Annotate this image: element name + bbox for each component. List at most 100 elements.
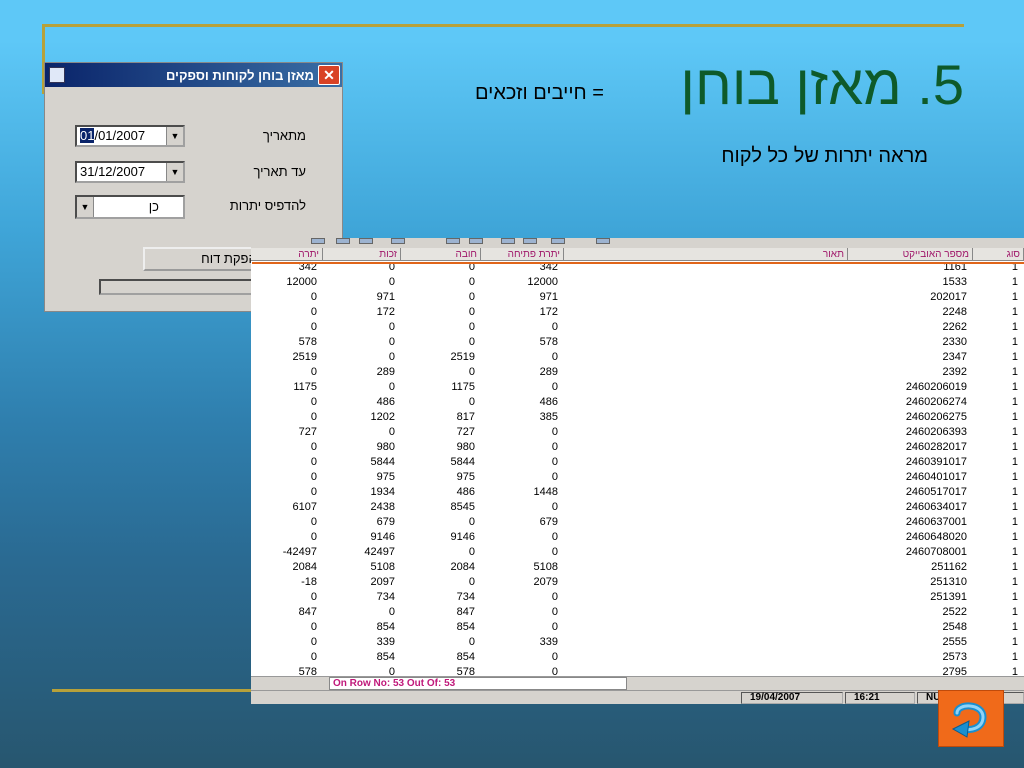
cell-opening-balance: 0 bbox=[551, 456, 558, 468]
dialog-titlebar[interactable]: מאזן בוחן לקוחות וספקים ✕ bbox=[45, 63, 342, 87]
slide-title: 5. מאזן בוחן bbox=[680, 53, 964, 116]
cell-type: 1 bbox=[1011, 501, 1018, 513]
cell-type: 1 bbox=[1011, 471, 1018, 483]
help-icon[interactable] bbox=[596, 238, 610, 244]
cell-opening-balance: 339 bbox=[539, 636, 558, 648]
cell-credit: 971 bbox=[376, 291, 395, 303]
cell-type: 1 bbox=[1011, 306, 1018, 318]
to-date-field[interactable]: 31/12/2007 ▼ bbox=[75, 161, 185, 183]
header-credit[interactable]: זכות bbox=[323, 248, 401, 261]
cell-credit: 854 bbox=[376, 621, 395, 633]
cell-balance: 0 bbox=[310, 321, 317, 333]
cell-object-number: 2795 bbox=[942, 666, 967, 676]
cell-debit: 2084 bbox=[450, 561, 475, 573]
cell-type: 1 bbox=[1011, 531, 1018, 543]
cell-opening-balance: 12000 bbox=[527, 276, 558, 288]
cell-object-number: 2460648020 bbox=[905, 531, 967, 543]
cell-balance: 0 bbox=[310, 366, 317, 378]
cell-credit: 172 bbox=[376, 306, 395, 318]
return-button[interactable] bbox=[938, 690, 1004, 747]
save-icon[interactable] bbox=[336, 238, 350, 244]
cell-balance: 0 bbox=[310, 531, 317, 543]
cell-object-number: 2262 bbox=[942, 321, 967, 333]
cell-object-number: 2460282017 bbox=[905, 441, 967, 453]
cell-opening-balance: 0 bbox=[551, 381, 558, 393]
cell-object-number: 2347 bbox=[942, 351, 967, 363]
close-icon[interactable]: ✕ bbox=[318, 65, 340, 85]
cell-debit: 0 bbox=[468, 276, 475, 288]
header-description[interactable]: תאור bbox=[564, 248, 848, 261]
cell-type: 1 bbox=[1011, 381, 1018, 393]
cell-type: 1 bbox=[1011, 321, 1018, 333]
minus-icon[interactable] bbox=[359, 238, 373, 244]
cell-type: 1 bbox=[1011, 486, 1018, 498]
cell-debit: 0 bbox=[468, 366, 475, 378]
status-date: 19/04/2007 bbox=[741, 692, 843, 704]
cell-debit: 0 bbox=[468, 636, 475, 648]
chevron-down-icon[interactable]: ▼ bbox=[166, 163, 183, 181]
header-balance[interactable]: יתרה bbox=[251, 248, 323, 261]
cell-credit: 0 bbox=[388, 606, 395, 618]
cell-type: 1 bbox=[1011, 576, 1018, 588]
cell-balance: 847 bbox=[298, 606, 317, 618]
header-opening-balance[interactable]: יתרת פתיחה bbox=[481, 248, 564, 261]
from-date-label: מתאריך bbox=[262, 128, 306, 143]
cell-type: 1 bbox=[1011, 456, 1018, 468]
cell-credit: 339 bbox=[376, 636, 395, 648]
cell-balance: 0 bbox=[310, 471, 317, 483]
preview-icon[interactable] bbox=[469, 238, 483, 244]
cell-opening-balance: 289 bbox=[539, 366, 558, 378]
cell-credit: 9146 bbox=[370, 531, 395, 543]
cell-balance: 0 bbox=[310, 306, 317, 318]
chart-icon[interactable] bbox=[501, 238, 515, 244]
toolbar bbox=[251, 238, 1024, 246]
cell-credit: 2097 bbox=[370, 576, 395, 588]
slide-subtitle: מראה יתרות של כל לקוח bbox=[721, 145, 928, 167]
cell-credit: 0 bbox=[388, 426, 395, 438]
cell-object-number: 2460206274 bbox=[905, 396, 967, 408]
return-arrow-icon bbox=[951, 702, 987, 738]
search-icon[interactable] bbox=[311, 238, 325, 244]
cell-debit: 0 bbox=[468, 291, 475, 303]
cell-debit: 854 bbox=[456, 651, 475, 663]
from-date-field[interactable]: 01/01/2007 ▼ bbox=[75, 125, 185, 147]
cell-credit: 0 bbox=[388, 351, 395, 363]
cell-opening-balance: 0 bbox=[551, 321, 558, 333]
cell-balance: 578 bbox=[298, 666, 317, 676]
chevron-down-icon[interactable]: ▼ bbox=[166, 127, 183, 145]
cell-type: 1 bbox=[1011, 291, 1018, 303]
cell-balance: 0 bbox=[310, 591, 317, 603]
cell-opening-balance: 971 bbox=[539, 291, 558, 303]
header-type[interactable]: סוג bbox=[973, 248, 1024, 261]
cell-credit: 1934 bbox=[370, 486, 395, 498]
cell-type: 1 bbox=[1011, 426, 1018, 438]
cell-opening-balance: 172 bbox=[539, 306, 558, 318]
header-debit[interactable]: חובה bbox=[401, 248, 481, 261]
cell-object-number: 2460206393 bbox=[905, 426, 967, 438]
delete-icon[interactable] bbox=[391, 238, 405, 244]
cell-type: 1 bbox=[1011, 366, 1018, 378]
cell-opening-balance: 0 bbox=[551, 426, 558, 438]
cell-type: 1 bbox=[1011, 666, 1018, 676]
cell-object-number: 2460637001 bbox=[905, 516, 967, 528]
header-object-number[interactable]: מספר האובייקט bbox=[848, 248, 973, 261]
cell-object-number: 2548 bbox=[942, 621, 967, 633]
cell-opening-balance: 0 bbox=[551, 501, 558, 513]
edit-icon[interactable] bbox=[551, 238, 565, 244]
cell-balance: 578 bbox=[298, 336, 317, 348]
print-icon[interactable] bbox=[446, 238, 460, 244]
cell-type: 1 bbox=[1011, 651, 1018, 663]
cell-balance: 0 bbox=[310, 441, 317, 453]
cell-object-number: 251310 bbox=[930, 576, 967, 588]
cell-balance: 0 bbox=[310, 621, 317, 633]
cell-balance: 2084 bbox=[292, 561, 317, 573]
cell-type: 1 bbox=[1011, 351, 1018, 363]
cell-object-number: 2392 bbox=[942, 366, 967, 378]
cell-balance: 0 bbox=[310, 456, 317, 468]
cell-debit: 817 bbox=[456, 411, 475, 423]
chevron-down-icon[interactable]: ▼ bbox=[77, 197, 94, 217]
calc-icon[interactable] bbox=[523, 238, 537, 244]
print-balances-select[interactable]: כן ▼ bbox=[75, 195, 185, 219]
cell-opening-balance: 578 bbox=[539, 336, 558, 348]
cell-balance: 12000 bbox=[286, 276, 317, 288]
